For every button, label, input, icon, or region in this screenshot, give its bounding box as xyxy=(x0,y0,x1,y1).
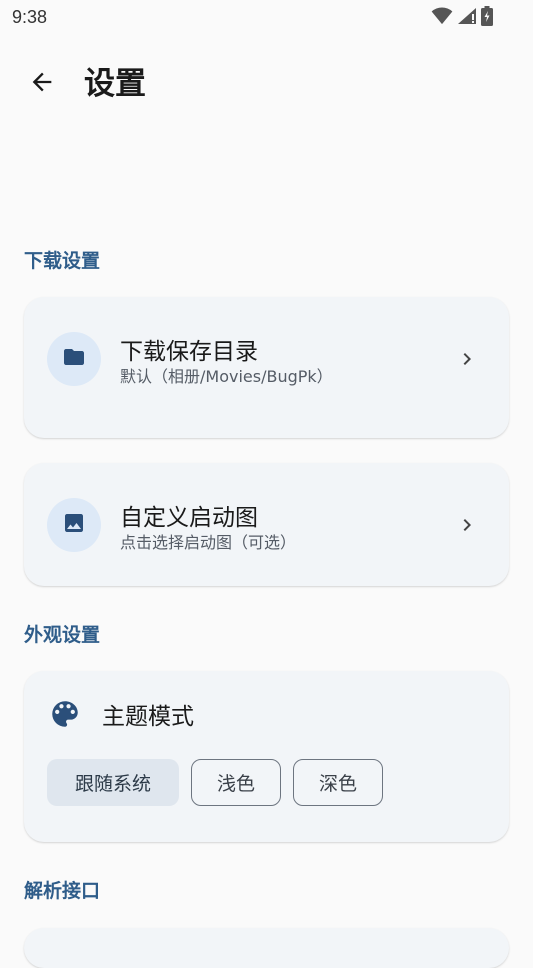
download-directory-subtitle: 默认（相册/Movies/BugPk） xyxy=(120,367,333,386)
download-directory-item[interactable]: 下载保存目录 默认（相册/Movies/BugPk） xyxy=(24,297,509,438)
wifi-icon xyxy=(431,7,453,29)
splash-image-title: 自定义启动图 xyxy=(120,505,258,531)
theme-option-dark[interactable]: 深色 xyxy=(293,759,383,806)
splash-image-subtitle: 点击选择启动图（可选） xyxy=(120,533,297,552)
download-directory-card: 下载保存目录 默认（相册/Movies/BugPk） xyxy=(24,297,509,438)
image-icon-container xyxy=(47,498,101,552)
splash-image-card: 自定义启动图 点击选择启动图（可选） xyxy=(24,463,509,586)
splash-image-item[interactable]: 自定义启动图 点击选择启动图（可选） xyxy=(24,463,509,586)
chevron-right-icon xyxy=(455,513,479,537)
arrow-back-icon xyxy=(28,68,56,100)
battery-icon xyxy=(481,6,493,30)
theme-option-light[interactable]: 浅色 xyxy=(191,759,281,806)
palette-icon xyxy=(48,697,82,731)
theme-option-system[interactable]: 跟随系统 xyxy=(47,759,179,806)
top-app-bar: 设置 xyxy=(0,52,533,116)
theme-mode-card: 主题模式 跟随系统 浅色 深色 xyxy=(24,671,509,842)
chevron-right-icon xyxy=(455,347,479,371)
status-icons xyxy=(431,6,493,30)
theme-mode-title: 主题模式 xyxy=(102,704,194,730)
status-time: 9:38 xyxy=(12,7,48,27)
section-header-appearance: 外观设置 xyxy=(24,624,101,646)
image-icon xyxy=(62,511,86,539)
cellular-signal-icon xyxy=(457,7,477,29)
section-header-download: 下载设置 xyxy=(24,250,101,272)
folder-icon xyxy=(62,345,86,373)
page-title: 设置 xyxy=(84,66,146,102)
section-header-api: 解析接口 xyxy=(24,880,101,902)
folder-icon-container xyxy=(47,332,101,386)
back-button[interactable] xyxy=(22,64,62,104)
download-directory-title: 下载保存目录 xyxy=(120,339,258,365)
api-card-partial xyxy=(24,928,509,968)
status-bar: 9:38 xyxy=(0,0,533,36)
